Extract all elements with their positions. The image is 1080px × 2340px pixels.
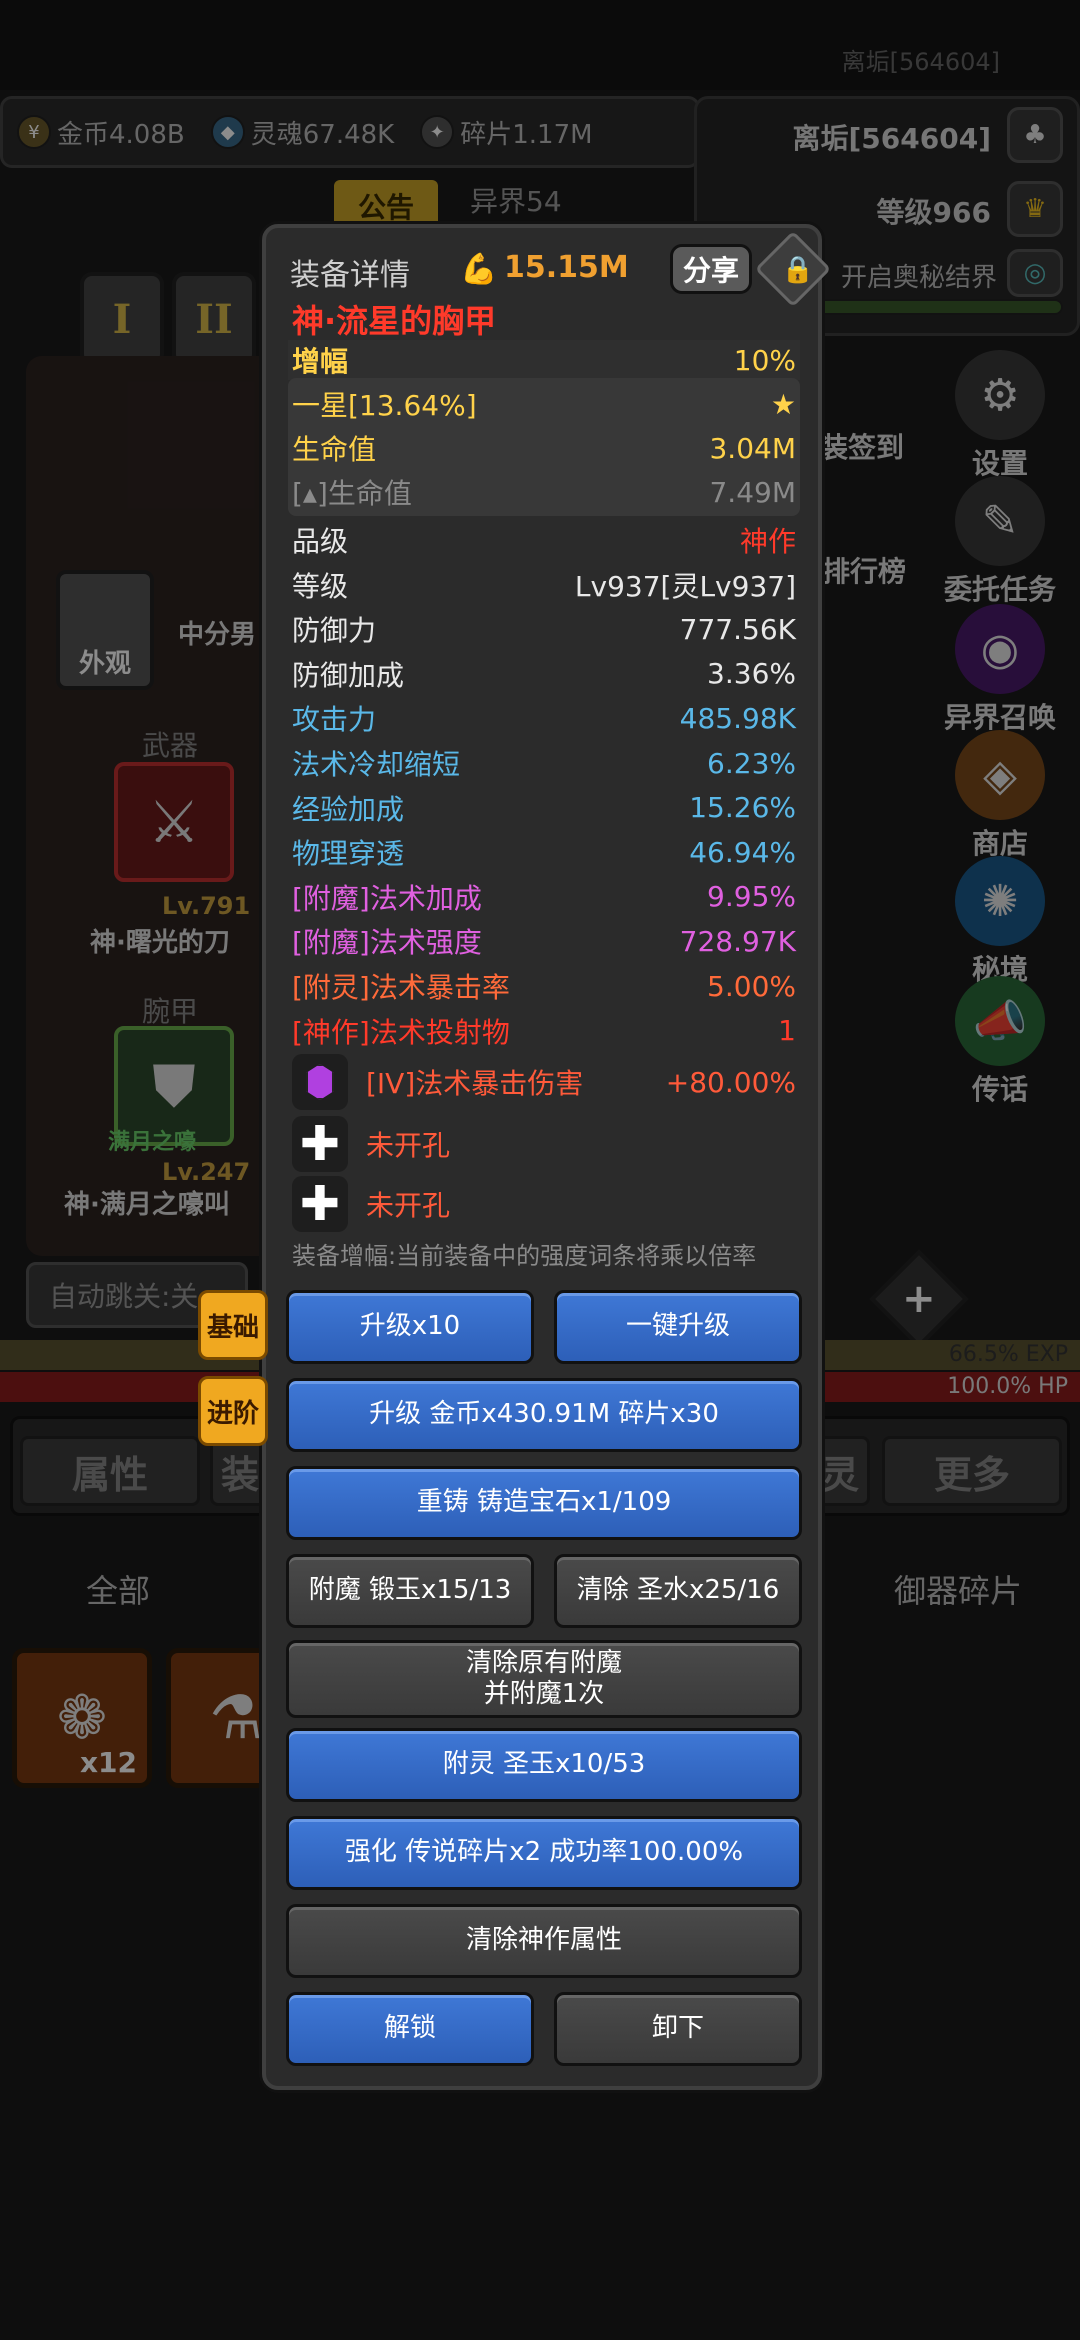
spirit-button[interactable]: 附灵 圣玉x10/53 [286, 1728, 802, 1802]
stat-value: 3.36% [707, 657, 796, 691]
socket-label: [IV]法术暴击伤害 [366, 1067, 584, 1100]
star-hp-value: 3.04M [709, 431, 796, 465]
upgrade-cost-button[interactable]: 升级 金币x430.91M 碎片x30 [286, 1378, 802, 1452]
unlock-label: 解锁 [383, 2013, 436, 2044]
amplify-label: 增幅 [292, 345, 349, 378]
stat-row: [附魔]法术强度 728.97K [292, 919, 796, 963]
stat-value: Lv937[灵Lv937] [574, 569, 796, 603]
modal-title: 装备详情 [290, 258, 410, 293]
upgrade-all-label: 一键升级 [625, 1311, 730, 1342]
stat-label: 等级 [292, 569, 349, 603]
stat-label: 经验加成 [292, 792, 405, 826]
next-hp-value: 7.49M [709, 475, 796, 509]
share-button[interactable]: 分享 [670, 244, 752, 294]
socket-label: 未开孔 [366, 1129, 451, 1162]
muscle-icon: 💪 [460, 252, 498, 287]
stat-label: 法术冷却缩短 [292, 748, 461, 781]
advanced-tag: 进阶 [198, 1376, 268, 1446]
recast-label: 重铸 铸造宝石x1/109 [416, 1487, 672, 1518]
stat-row: 等级 Lv937[灵Lv937] [292, 563, 796, 607]
stat-label: 品级 [292, 525, 349, 558]
stat-label: [神作]法术投射物 [292, 1015, 510, 1049]
stat-value: 728.97K [679, 924, 796, 958]
stat-label: 防御加成 [292, 658, 405, 692]
upgrade-x10-button[interactable]: 升级x10 [286, 1290, 534, 1364]
stat-row: 经验加成 15.26% [292, 786, 796, 830]
stat-value: 15.26% [689, 791, 796, 825]
stat-row: 防御加成 3.36% [292, 652, 796, 696]
star-label: 一星[13.64%] [292, 389, 477, 422]
socket-slot: ✚ [292, 1176, 348, 1232]
socket-slot: ✚ [292, 1116, 348, 1172]
star-icon: ★ [770, 387, 796, 421]
plus-icon: ✚ [299, 1176, 341, 1232]
equipment-detail-modal: 装备详情 💪 15.15M 分享 🔒 神·流星的胸甲 增幅 10% 一星[13.… [262, 224, 832, 2090]
amplify-note: 装备增幅:当前装备中的强度词条将乘以倍率 [292, 1242, 757, 1270]
stat-value: 485.98K [679, 701, 796, 735]
basic-tag: 基础 [198, 1290, 268, 1360]
star-hp-row: 生命值 3.04M [292, 426, 796, 470]
upgrade-x10-label: 升级x10 [359, 1311, 461, 1342]
socket-row[interactable]: ✚ 未开孔 [292, 1176, 796, 1232]
next-hp-row: [▴]生命值 7.49M [292, 470, 796, 514]
upgrade-all-button[interactable]: 一键升级 [554, 1290, 802, 1364]
combat-power: 15.15M [504, 250, 629, 285]
stat-row: 防御力 777.56K [292, 607, 796, 651]
socket-value: +80.00% [665, 1065, 796, 1099]
stat-value: 777.56K [679, 612, 796, 646]
lock-button[interactable]: 🔒 [754, 230, 832, 308]
stat-label: 攻击力 [292, 703, 377, 737]
lock-icon: 🔒 [781, 254, 815, 285]
stat-row: 攻击力 485.98K [292, 696, 796, 740]
clear-enchant-button[interactable]: 清除原有附魔 并附魔1次 [286, 1640, 802, 1718]
socket-row[interactable]: ✚ 未开孔 [292, 1116, 796, 1172]
stat-value: 6.23% [707, 746, 796, 780]
socket-row[interactable]: [IV]法术暴击伤害 +80.00% [292, 1054, 796, 1110]
spirit-label: 附灵 圣玉x10/53 [442, 1749, 646, 1780]
unlock-button[interactable]: 解锁 [286, 1992, 534, 2066]
clear-enchant-line1: 清除原有附魔 [465, 1647, 622, 1678]
stat-label: [附魔]法术加成 [292, 881, 482, 915]
star-hp-label: 生命值 [292, 433, 377, 466]
clear-holy-water-button[interactable]: 清除 圣水x25/16 [554, 1554, 802, 1628]
recast-button[interactable]: 重铸 铸造宝石x1/109 [286, 1466, 802, 1540]
clear-divine-label: 清除神作属性 [465, 1925, 622, 1956]
stat-value: 1 [778, 1014, 796, 1048]
enchant-button[interactable]: 附魔 锻玉x15/13 [286, 1554, 534, 1628]
unequip-button[interactable]: 卸下 [554, 1992, 802, 2066]
socket-label: 未开孔 [366, 1189, 451, 1222]
stat-row: [附魔]法术加成 9.95% [292, 875, 796, 919]
stat-row: [附灵]法术暴击率 5.00% [292, 964, 796, 1008]
stat-row: 品级 神作 [292, 518, 796, 562]
modal-header: 装备详情 💪 15.15M 分享 🔒 [290, 230, 832, 308]
unequip-label: 卸下 [651, 2013, 704, 2044]
stat-label: [附魔]法术强度 [292, 926, 482, 960]
stat-label: [附灵]法术暴击率 [292, 971, 510, 1004]
stat-label: 物理穿透 [292, 837, 405, 871]
stat-value: 9.95% [707, 880, 796, 914]
amplify-row: 增幅 10% [292, 338, 796, 382]
stat-row: 物理穿透 46.94% [292, 830, 796, 874]
stat-value: 神作 [739, 525, 796, 558]
stat-row: [神作]法术投射物 1 [292, 1009, 796, 1053]
strengthen-label: 强化 传说碎片x2 成功率100.00% [344, 1837, 744, 1868]
upgrade-cost-label: 升级 金币x430.91M 碎片x30 [369, 1399, 719, 1430]
clear-enchant-line2: 并附魔1次 [483, 1679, 605, 1709]
stat-value: 5.00% [707, 969, 796, 1003]
stat-label: 防御力 [292, 614, 377, 648]
plus-icon: ✚ [299, 1116, 341, 1172]
clear-holy-water-label: 清除 圣水x25/16 [576, 1575, 780, 1606]
amplify-value: 10% [733, 343, 796, 377]
socket-slot [292, 1054, 348, 1110]
stat-row: 法术冷却缩短 6.23% [292, 741, 796, 785]
next-hp-label: [▴]生命值 [292, 477, 412, 510]
strengthen-button[interactable]: 强化 传说碎片x2 成功率100.00% [286, 1816, 802, 1890]
star-row: 一星[13.64%] ★ [292, 382, 796, 426]
item-name: 神·流星的胸甲 [292, 302, 497, 340]
purple-gem-icon [306, 1064, 334, 1100]
enchant-label: 附魔 锻玉x15/13 [308, 1575, 512, 1606]
stat-value: 46.94% [689, 835, 796, 869]
clear-divine-button[interactable]: 清除神作属性 [286, 1904, 802, 1978]
